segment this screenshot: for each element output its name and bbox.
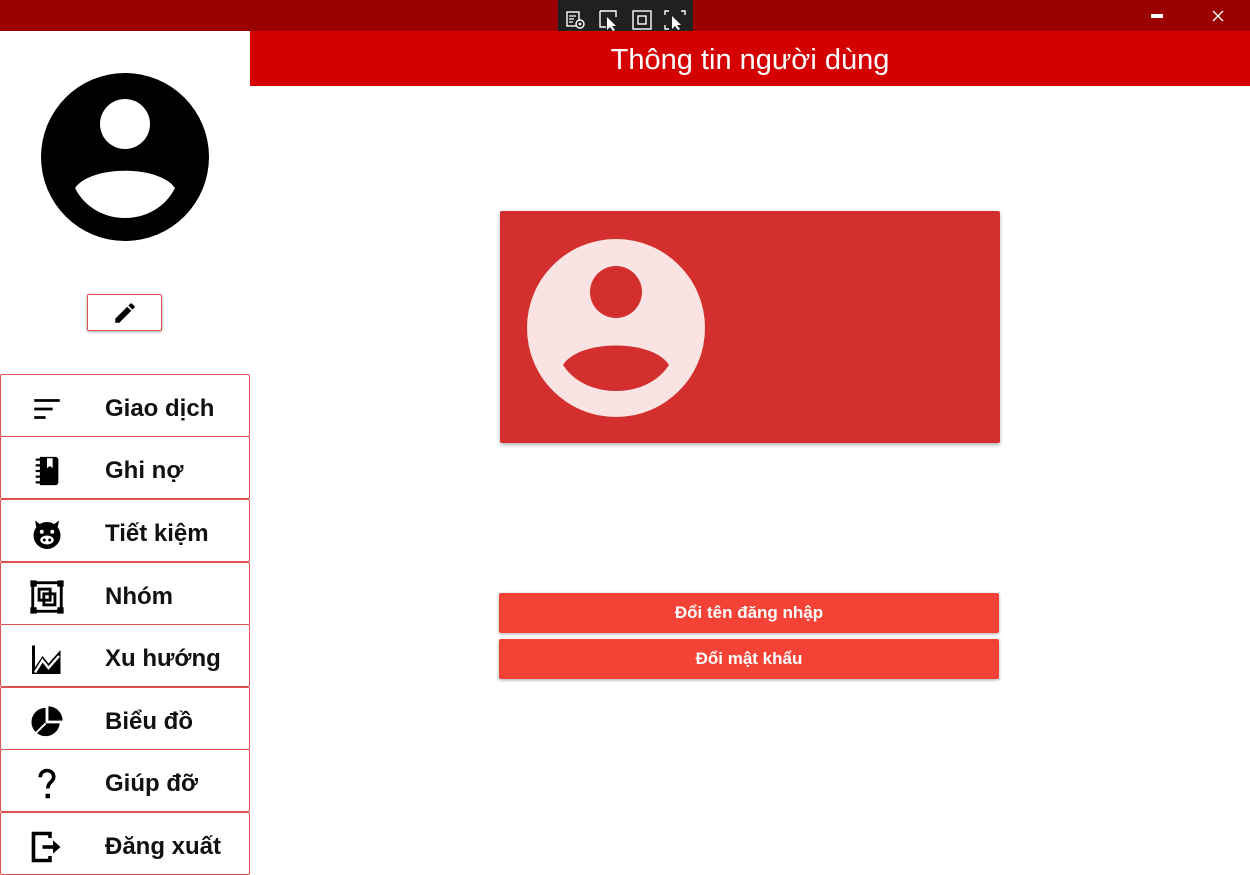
sidebar-item-debt[interactable]: Ghi nợ [0,436,250,499]
chart-line-icon [28,640,66,678]
sidebar-item-trend[interactable]: Xu hướng [0,624,250,687]
minimize-button[interactable] [1134,0,1180,31]
sidebar-item-label: Tiết kiệm [105,520,209,547]
sidebar-item-chart[interactable]: Biểu đồ [0,687,250,750]
profile-card [500,211,1000,443]
change-password-button[interactable]: Đổi mật khẩu [499,639,999,679]
logout-icon [28,828,66,866]
close-button[interactable] [1195,0,1241,31]
live-visual-tree-icon[interactable] [564,8,588,32]
edit-avatar-button[interactable] [87,294,162,331]
sidebar-item-transactions[interactable]: Giao dịch [0,374,250,437]
change-username-button[interactable]: Đổi tên đăng nhập [499,593,999,633]
pie-chart-icon [28,703,66,741]
sort-lines-icon [28,390,66,428]
sidebar-item-label: Xu hướng [105,645,221,672]
sidebar-item-help[interactable]: Giúp đỡ [0,749,250,812]
sidebar-item-logout[interactable]: Đăng xuất [0,812,250,875]
page-header: Thông tin người dùng [250,31,1250,86]
sidebar-item-label: Biểu đồ [105,708,193,735]
sidebar-item-label: Nhóm [105,583,173,610]
account-circle-icon [527,239,705,417]
notebook-icon [28,452,66,490]
sidebar-item-label: Giúp đỡ [105,770,199,797]
sidebar-item-label: Ghi nợ [105,457,184,484]
help-icon [28,765,66,803]
minimize-icon [1151,13,1163,18]
sidebar-item-savings[interactable]: Tiết kiệm [0,499,250,562]
group-select-icon [28,578,66,616]
pencil-icon [114,302,135,323]
page-title: Thông tin người dùng [610,44,890,76]
sidebar: Giao dịch Ghi nợ Tiết kiệm Nhóm Xu hướng… [0,31,250,875]
sidebar-item-group[interactable]: Nhóm [0,562,250,625]
track-focus-icon[interactable] [663,8,687,32]
account-circle-icon [41,73,209,241]
close-icon [1212,10,1224,21]
select-element-icon[interactable] [597,8,621,32]
display-adorners-icon[interactable] [630,8,654,32]
sidebar-item-label: Giao dịch [105,395,215,422]
sidebar-item-label: Đăng xuất [105,833,222,860]
piggy-bank-icon [28,515,66,553]
